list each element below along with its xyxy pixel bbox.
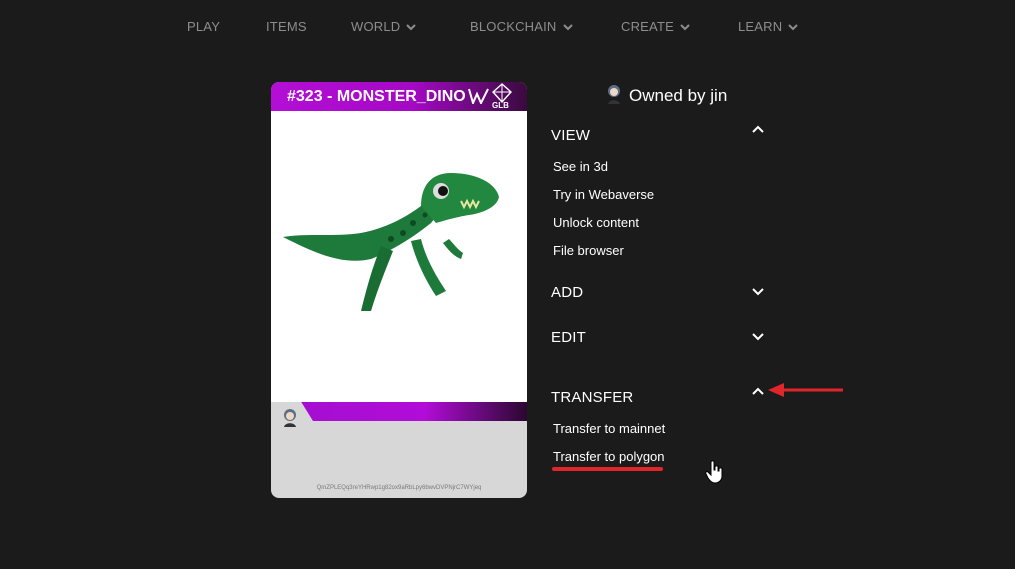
nav-item-world[interactable]: WORLD	[351, 19, 417, 34]
owner-text: Owned by jin	[629, 86, 728, 105]
nav-item-label: PLAY	[187, 19, 221, 34]
section-title-edit[interactable]: EDIT	[551, 329, 586, 346]
nav-item-blockchain[interactable]: BLOCKCHAIN	[470, 19, 573, 34]
view-link-try-in-webaverse[interactable]: Try in Webaverse	[553, 187, 654, 202]
highlight-underline	[552, 467, 663, 471]
chevron-up-icon[interactable]	[751, 386, 765, 396]
view-link-file-browser[interactable]: File browser	[553, 243, 624, 258]
nav-item-label: CREATE	[621, 19, 674, 34]
nav-item-create[interactable]: CREATE	[621, 19, 690, 34]
chevron-down-icon[interactable]	[751, 287, 765, 297]
view-link-see-in-3d[interactable]: See in 3d	[553, 159, 608, 174]
chevron-down-icon	[788, 23, 799, 30]
nav-item-play[interactable]: PLAY	[187, 19, 220, 34]
nav-item-learn[interactable]: LEARN	[738, 19, 799, 34]
section-title-transfer[interactable]: TRANSFER	[551, 389, 633, 406]
chevron-up-icon[interactable]	[751, 124, 765, 134]
annotation-arrow-icon	[768, 383, 843, 397]
chevron-down-icon	[562, 23, 573, 30]
green-dinosaur-icon	[283, 173, 499, 311]
section-title-view[interactable]: VIEW	[551, 127, 590, 144]
chevron-down-icon	[406, 23, 417, 30]
user-avatar-icon	[608, 85, 620, 104]
nav-item-label: ITEMS	[266, 19, 307, 34]
glb-cube-icon	[492, 83, 512, 103]
card-hash: QmZPLEQq3reYHRwp1g82ox9aRbLpy6bwvDVPNjrC…	[316, 485, 482, 491]
nav-item-label: LEARN	[738, 19, 783, 34]
view-link-unlock-content[interactable]: Unlock content	[553, 215, 639, 230]
user-avatar-icon	[284, 409, 296, 427]
nav-item-label: WORLD	[351, 19, 401, 34]
card-title: #323 - MONSTER_DINO	[287, 88, 466, 105]
transfer-link-polygon[interactable]: Transfer to polygon	[553, 449, 665, 464]
owner-info: Owned by jin	[605, 82, 727, 106]
nft-card[interactable]: #323 - MONSTER_DINO GLB QmZPLEQq3reYHRwp…	[271, 82, 527, 498]
chevron-down-icon[interactable]	[751, 332, 765, 342]
transfer-link-mainnet[interactable]: Transfer to mainnet	[553, 421, 665, 436]
card-image	[271, 111, 527, 402]
top-nav: PLAY ITEMS WORLD BLOCKCHAIN CREATE LEARN	[0, 0, 1015, 56]
hand-cursor-icon	[705, 460, 723, 484]
nav-item-items[interactable]: ITEMS	[266, 19, 307, 34]
webaverse-logo-icon	[468, 88, 489, 104]
chevron-down-icon	[680, 23, 690, 30]
nav-item-label: BLOCKCHAIN	[470, 19, 557, 34]
format-label: GLB	[492, 101, 509, 110]
section-title-add[interactable]: ADD	[551, 284, 583, 301]
